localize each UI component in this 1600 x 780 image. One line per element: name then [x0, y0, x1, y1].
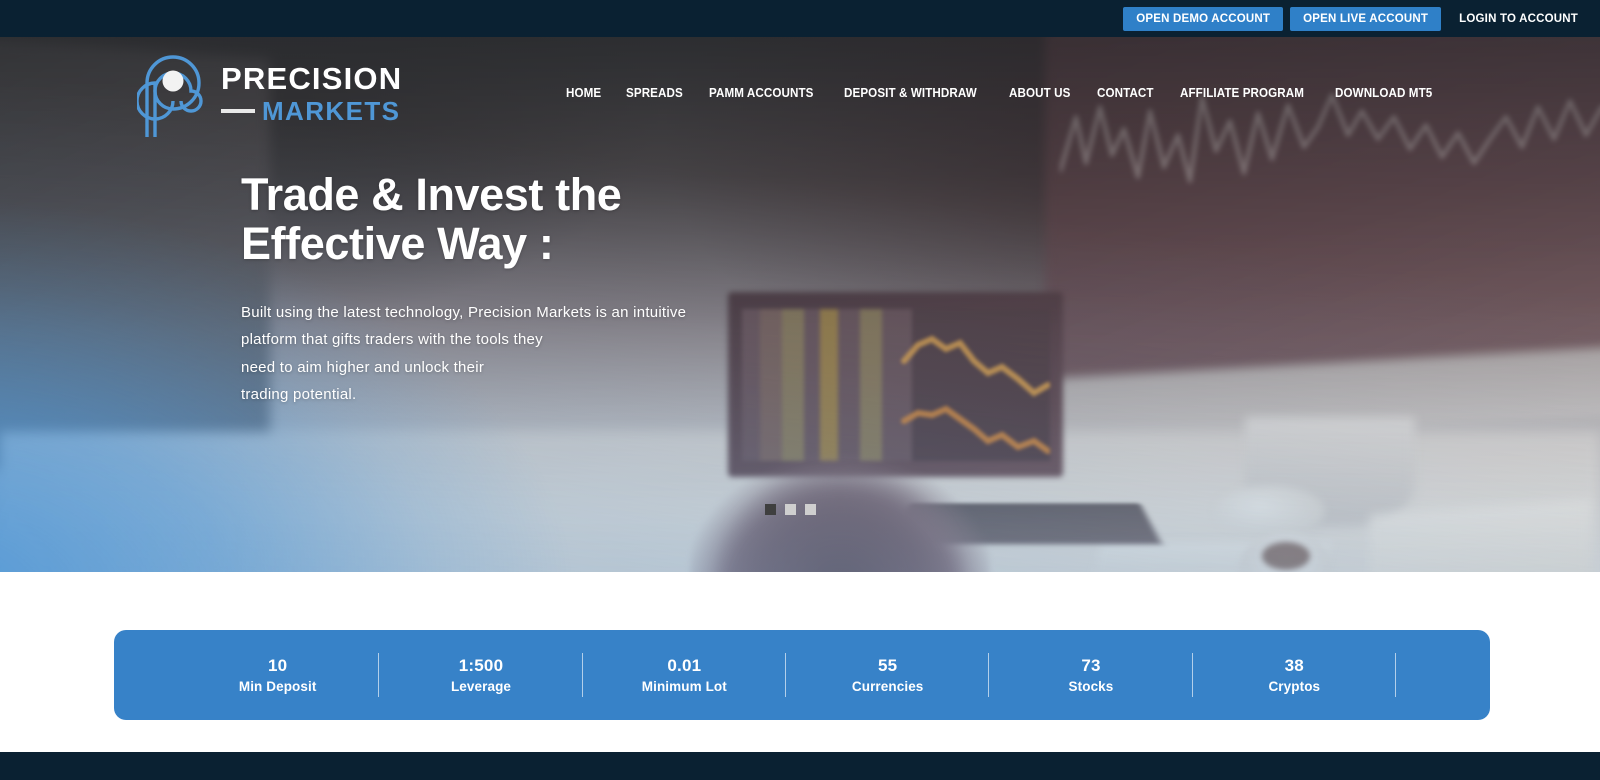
hero-subtext: Built using the latest technology, Preci…	[241, 304, 687, 403]
spiral-p-logo-icon	[137, 55, 203, 137]
logo-dash-icon	[221, 108, 255, 113]
footer-strip	[0, 752, 1600, 780]
stats-section: 10 Min Deposit 1:500 Leverage 0.01 Minim…	[0, 572, 1600, 752]
stat-minimum-lot: 0.01 Minimum Lot	[583, 655, 786, 696]
stat-label: Min Deposit	[238, 678, 317, 694]
stat-value: 73	[1081, 655, 1101, 675]
stat-min-deposit: 10 Min Deposit	[176, 655, 379, 696]
nav-item-spreads[interactable]: SPREADS	[626, 86, 683, 100]
stat-stocks: 73 Stocks	[989, 655, 1192, 696]
stat-currencies: 55 Currencies	[786, 655, 989, 696]
nav-item-home[interactable]: HOME	[566, 86, 601, 100]
carousel-pagination	[765, 504, 816, 515]
nav-item-affiliate-program[interactable]: AFFILIATE PROGRAM	[1180, 86, 1304, 100]
top-utility-bar: OPEN DEMO ACCOUNT OPEN LIVE ACCOUNT LOGI…	[0, 0, 1600, 37]
nav-item-about-us[interactable]: ABOUT US	[1009, 86, 1070, 100]
stat-label: Cryptos	[1268, 678, 1321, 694]
stat-value: 1:500	[458, 655, 504, 675]
login-to-account-link[interactable]: LOGIN TO ACCOUNT	[1459, 13, 1578, 25]
stat-value: 10	[268, 655, 288, 675]
carousel-dot-3[interactable]	[805, 504, 816, 515]
nav-item-contact[interactable]: CONTACT	[1097, 86, 1154, 100]
logo-text-precision: PRECISION	[221, 60, 403, 96]
nav-item-deposit-withdraw[interactable]: DEPOSIT & WITHDRAW	[844, 86, 977, 100]
nav-item-download-mt5[interactable]: DOWNLOAD MT5	[1335, 86, 1432, 100]
logo-wordmark: PRECISION MARKETS	[221, 63, 402, 124]
stat-label: Currencies	[851, 678, 924, 694]
stat-value: 0.01	[667, 655, 702, 675]
nav-item-pamm-accounts[interactable]: PAMM ACCOUNTS	[709, 86, 814, 100]
logo-text-markets: MARKETS	[262, 95, 401, 126]
carousel-dot-1[interactable]	[765, 504, 776, 515]
stat-value: 38	[1284, 655, 1304, 675]
open-demo-account-button[interactable]: OPEN DEMO ACCOUNT	[1123, 6, 1284, 31]
hero-headline: Trade & Invest the Effective Way :	[241, 169, 622, 270]
open-live-account-button[interactable]: OPEN LIVE ACCOUNT	[1290, 6, 1442, 31]
stat-label: Stocks	[1068, 678, 1114, 694]
site-header: PRECISION MARKETS HOME SPREADS PAMM ACCO…	[0, 37, 1600, 149]
site-logo[interactable]: PRECISION MARKETS	[137, 47, 402, 139]
stat-label: Minimum Lot	[641, 678, 727, 694]
carousel-dot-2[interactable]	[785, 504, 796, 515]
stat-label: Leverage	[450, 678, 512, 694]
stat-value: 55	[877, 655, 898, 675]
stat-cryptos: 38 Cryptos	[1193, 655, 1396, 696]
main-navigation: HOME SPREADS PAMM ACCOUNTS DEPOSIT & WIT…	[566, 86, 1461, 100]
stat-leverage: 1:500 Leverage	[379, 655, 582, 696]
stats-bar: 10 Min Deposit 1:500 Leverage 0.01 Minim…	[114, 630, 1490, 720]
hero-content: Trade & Invest the Effective Way : Built…	[241, 170, 861, 408]
